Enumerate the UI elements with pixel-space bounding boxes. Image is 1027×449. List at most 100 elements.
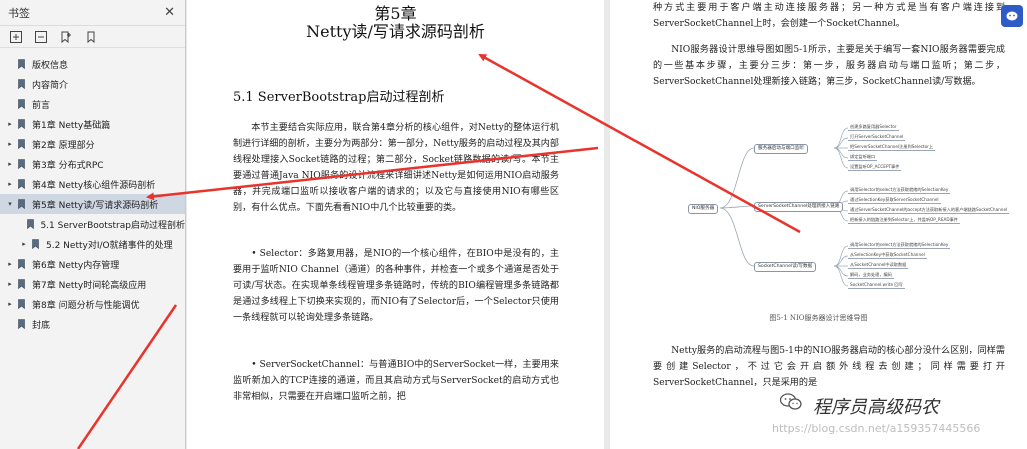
paragraph: 种方式主要用于客户端主动连接服务器；另一种方式是当有客户端连接到ServerSo…	[653, 3, 1005, 29]
sidebar-item[interactable]: 5.1 ServerBootstrap启动过程剖析	[0, 214, 185, 234]
mind-map-leaf: 绑定监听端口	[848, 154, 878, 161]
mind-map-figure: NIO服务器 服务器启动与端口监听 创建多路复用器Selector 打开ServerS…	[680, 120, 1010, 300]
sidebar-item-label: 第8章 问题分析与性能调优	[32, 300, 140, 311]
sidebar-item-label: 第3章 分布式RPC	[32, 160, 104, 171]
paragraph: • Selector：多路复用器，是NIO的一个核心组件，在BIO中是没有的，主…	[233, 249, 559, 323]
mind-map-branch: SocketChannel读/写数据	[754, 262, 817, 272]
bookmark-icon	[18, 139, 26, 149]
mind-map-leaf: 解码，业务处理，编码	[848, 272, 894, 279]
sidebar-item-label: 前言	[32, 100, 51, 111]
mind-map-connector	[719, 147, 755, 209]
paragraph: Netty服务的启动流程与图5-1中的NIO服务器启动的核心部分没什么区别，同样…	[653, 346, 1005, 388]
chevron-right-icon[interactable]: ▸	[6, 300, 14, 308]
sidebar-item[interactable]: ▸ 5.2 Netty对I/O就绪事件的处理	[0, 234, 185, 254]
sidebar-item[interactable]: ▸ 第4章 Netty核心组件源码剖析	[0, 174, 185, 194]
chevron-right-icon[interactable]: ▸	[6, 160, 14, 168]
sidebar-toolbar	[0, 26, 185, 48]
chevron-down-icon[interactable]: ▾	[6, 200, 14, 208]
bookmark-icon	[18, 199, 26, 209]
sidebar-item-label: 5.2 Netty对I/O就绪事件的处理	[46, 240, 173, 251]
sidebar-item-label: 第6章 Netty内存管理	[32, 260, 120, 271]
bookmark-icon	[18, 319, 26, 329]
sidebar-item-label: 第4章 Netty核心组件源码剖析	[32, 180, 156, 191]
pdf-page-right: 种方式主要用于客户端主动连接服务器；另一种方式是当有客户端连接到ServerSo…	[610, 0, 1027, 449]
mind-map-branch: ServerSocketChannel处理新接入链路	[754, 202, 844, 212]
section-title: 5.1 ServerBootstrap启动过程剖析	[233, 90, 445, 105]
mind-map-leaf: 通过SelectionKey获取ServerSocketChannel	[848, 197, 941, 204]
mind-map-leaf: 创建多路复用器Selector	[848, 124, 899, 131]
bookmark-list: 版权信息 内容简介 前言 ▸ 第1章 Netty基础篇 ▸ 第2章 原理部分 ▸ 第3章 分布式…	[0, 48, 185, 334]
sidebar-header: 书签 ✕	[0, 0, 185, 26]
chevron-right-icon[interactable]: ▸	[6, 140, 14, 148]
mind-map-leaf: 调用Selector的select方法获取就绪的SelectionKey	[848, 187, 951, 194]
mind-map-leaf: 通过ServerSocketChannel的accept方法获取新接入的客户端链…	[848, 207, 1010, 214]
watermark-url: https://blog.csdn.net/a159357445566	[772, 422, 981, 435]
sidebar-item[interactable]: ▾ 第5章 Netty读/写请求源码剖析	[0, 194, 185, 214]
bookmark-icon	[18, 179, 26, 189]
chapter-title: Netty读/写请求源码剖析	[306, 22, 485, 41]
sidebar-item[interactable]: ▸ 第3章 分布式RPC	[0, 154, 185, 174]
close-icon[interactable]: ✕	[164, 6, 175, 19]
paragraph: NIO服务器设计思维导图如图5-1所示，主要是关于编写一套NIO服务器需要完成的…	[653, 45, 1005, 87]
paragraph: 本节主要结合实际应用，联合第4章分析的核心组件，对Netty的整体运行机制进行详…	[233, 123, 559, 213]
bookmark-icon	[18, 119, 26, 129]
mind-map-leaf: SocketChannel.write 回写	[848, 282, 905, 289]
sidebar-item-label: 5.1 ServerBootstrap启动过程剖析	[40, 220, 185, 231]
chevron-right-icon[interactable]: ▸	[6, 260, 14, 268]
paragraph: • ServerSocketChannel：与普通BIO中的ServerSock…	[233, 360, 559, 402]
chevron-right-icon[interactable]: ▸	[6, 120, 14, 128]
bookmark-icon	[18, 279, 26, 289]
expand-all-icon[interactable]	[9, 30, 23, 44]
mind-map-leaf: 调用Selector的select方法获取就绪的SelectionKey	[848, 242, 951, 249]
pdf-page-left: 第5章 Netty读/写请求源码剖析 5.1 ServerBootstrap启动…	[187, 0, 604, 449]
app-badge-icon[interactable]	[1001, 5, 1023, 27]
bookmark-icon	[18, 259, 26, 269]
sidebar-item[interactable]: 前言	[0, 94, 185, 114]
chevron-right-icon[interactable]: ▸	[6, 280, 14, 288]
mind-map-leaf: 设置监听OP_ACCEPT事件	[848, 164, 902, 171]
bookmark-icon	[18, 99, 26, 109]
sidebar-item[interactable]: 内容简介	[0, 74, 185, 94]
sidebar-title: 书签	[8, 6, 30, 20]
bookmark-icon	[27, 219, 35, 229]
sidebar-item-label: 第7章 Netty时间轮高级应用	[32, 280, 147, 291]
mind-map-connector	[833, 147, 849, 159]
mind-map-connector	[719, 207, 755, 267]
sidebar-item-label: 封底	[32, 320, 51, 331]
sidebar-item-label: 版权信息	[32, 60, 69, 71]
mind-map-branch: 服务器启动与端口监听	[754, 144, 808, 154]
chevron-right-icon[interactable]: ▸	[20, 240, 28, 248]
bookmark-icon	[18, 79, 26, 89]
bookmark-icon	[18, 59, 26, 69]
mind-map-leaf: 打开ServerSocketChannel	[848, 134, 906, 141]
mind-map-connector	[833, 255, 849, 267]
figure-caption: 图5-1 NIO服务器设计思维导图	[769, 314, 868, 322]
mind-map-leaf: 把新接入的链路注册到Selector上，并监听OP_READ事件	[848, 217, 960, 224]
sidebar-item[interactable]: ▸ 第8章 问题分析与性能调优	[0, 294, 185, 314]
mind-map-leaf: 把ServerSocketChannel注册到Selector上	[848, 144, 936, 151]
mind-map-connector	[833, 265, 849, 277]
sidebar-item[interactable]: ▸ 第7章 Netty时间轮高级应用	[0, 274, 185, 294]
sidebar-item-label: 第5章 Netty读/写请求源码剖析	[32, 200, 159, 211]
mind-map-connector	[833, 137, 849, 149]
sidebar-item[interactable]: ▸ 第2章 原理部分	[0, 134, 185, 154]
mind-map-leaf: 从SelectionKey中获取SocketChannel	[848, 252, 927, 259]
wechat-logo-icon	[779, 393, 802, 411]
collapse-all-icon[interactable]	[34, 30, 48, 44]
watermark-brand: 程序员高级码农	[813, 397, 939, 418]
sidebar-item-label: 第1章 Netty基础篇	[32, 120, 111, 131]
bookmarks-sidebar: 书签 ✕ 版权信息 内容简介 前言 ▸ 第1章 Netty基础篇 ▸ 第2章 原理部分 ▸ 第3…	[0, 0, 186, 449]
chevron-right-icon[interactable]: ▸	[6, 180, 14, 188]
bookmark-icon	[18, 159, 26, 169]
sidebar-item[interactable]: 版权信息	[0, 54, 185, 74]
bookmark-icon[interactable]	[84, 30, 98, 44]
sidebar-item[interactable]: ▸ 第6章 Netty内存管理	[0, 254, 185, 274]
bookmark-icon	[18, 299, 26, 309]
mind-map-root: NIO服务器	[688, 204, 719, 214]
sidebar-item[interactable]: ▸ 第1章 Netty基础篇	[0, 114, 185, 134]
bookmark-icon	[32, 239, 40, 249]
mind-map-leaf: 从SocketChannel中读取数据	[848, 262, 909, 269]
sidebar-item[interactable]: 封底	[0, 314, 185, 334]
bookmark-add-icon[interactable]	[59, 30, 73, 44]
sidebar-item-label: 内容简介	[32, 80, 69, 91]
